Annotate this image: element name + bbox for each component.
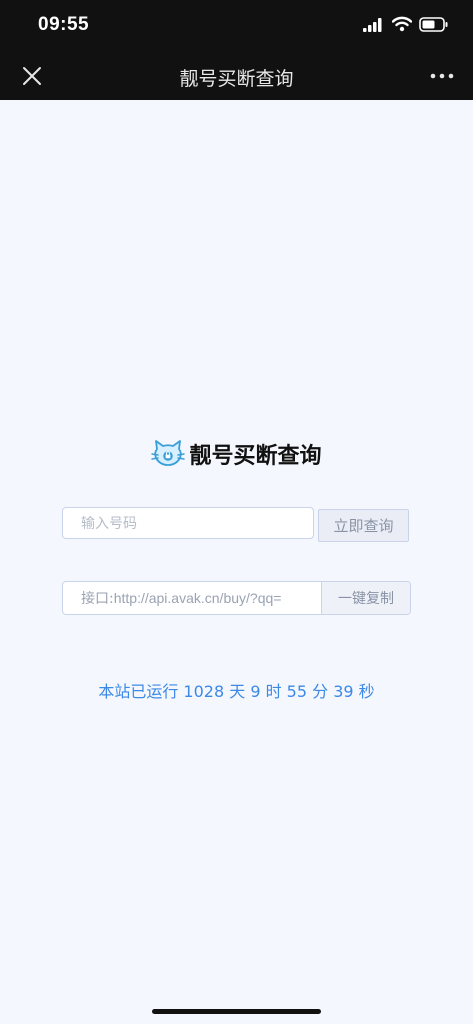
status-time: 09:55 [38, 14, 90, 35]
number-search-input[interactable] [62, 507, 314, 539]
status-bar: 09:55 [0, 0, 473, 52]
brand-title: 靓号买断查询 [189, 444, 322, 469]
copy-button[interactable]: 一键复制 [321, 582, 410, 614]
api-url-field[interactable]: 接口: http://api.avak.cn/buy/?qq= [63, 582, 321, 614]
main-content: 靓号买断查询 立即查询 接口: http://api.avak.cn/buy/?… [0, 100, 473, 1024]
wifi-icon [392, 16, 412, 32]
query-button[interactable]: 立即查询 [318, 509, 409, 542]
brand-header: 靓号买断查询 [0, 438, 473, 470]
api-url-text: http://api.avak.cn/buy/?qq= [113, 590, 282, 606]
nav-bar: 靓号买断查询 [0, 52, 473, 100]
signal-icon [363, 18, 382, 32]
api-label: 接口: [81, 591, 114, 607]
page-title: 靓号买断查询 [179, 68, 294, 90]
cat-logo-icon [151, 440, 186, 466]
battery-icon [419, 17, 448, 32]
api-url-row: 接口: http://api.avak.cn/buy/?qq= 一键复制 [62, 581, 411, 615]
home-indicator[interactable] [152, 1009, 321, 1014]
uptime-text: 本站已运行 1028 天 9 时 55 分 39 秒 [98, 682, 375, 701]
more-icon[interactable] [430, 73, 454, 79]
